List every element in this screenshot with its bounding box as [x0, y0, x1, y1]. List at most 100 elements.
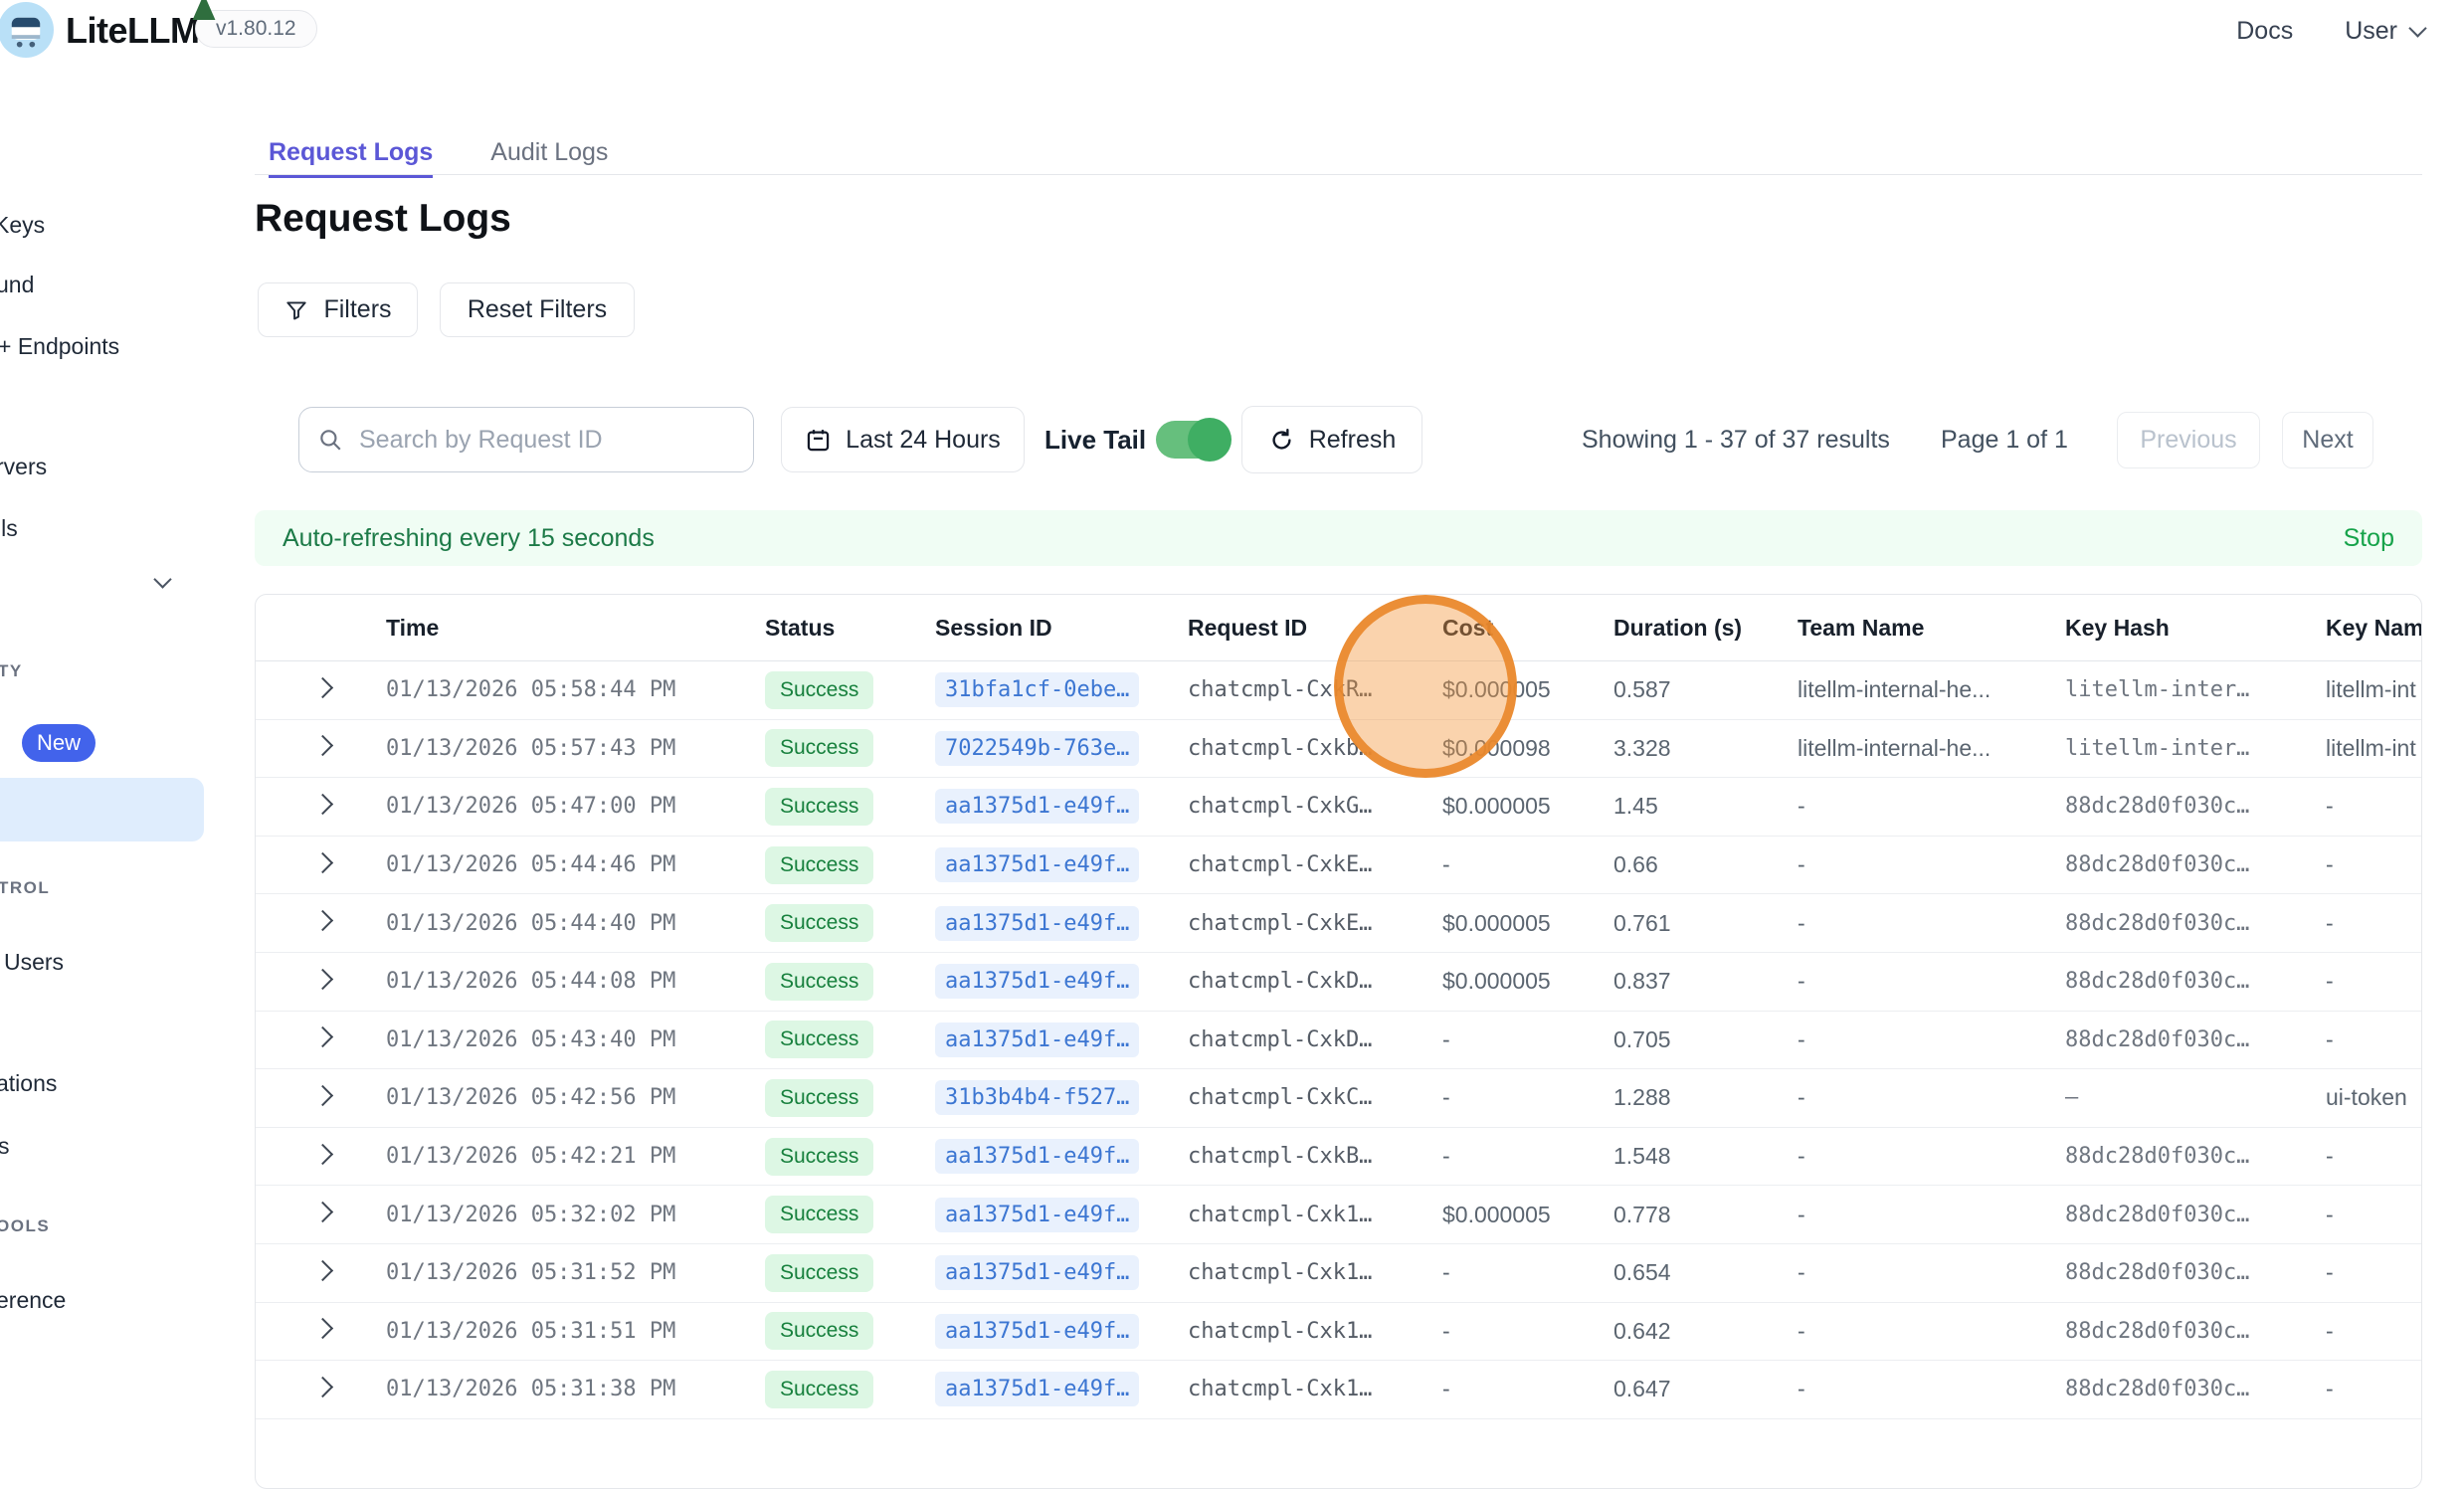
sidebar-item-virtual-keys[interactable]: Keys: [0, 205, 45, 245]
duration-cell: 1.548: [1613, 1143, 1798, 1170]
session-id-link[interactable]: aa1375d1-e49f…: [935, 1314, 1139, 1349]
table-row[interactable]: 01/13/2026 05:47:00 PM Success aa1375d1-…: [256, 778, 2421, 837]
session-id-link[interactable]: 7022549b-763e…: [935, 731, 1139, 766]
session-id-link[interactable]: aa1375d1-e49f…: [935, 1139, 1139, 1174]
time-cell: 01/13/2026 05:31:52 PM: [386, 1260, 765, 1285]
sidebar-item-internal-users[interactable]: Users: [4, 942, 64, 982]
cost-cell: $0.000005: [1442, 910, 1613, 937]
table-row[interactable]: 01/13/2026 05:31:52 PM Success aa1375d1-…: [256, 1244, 2421, 1303]
status-badge: Success: [765, 846, 873, 884]
expand-row-icon[interactable]: [312, 794, 333, 815]
expand-row-icon[interactable]: [312, 851, 333, 872]
sidebar-collapse-icon[interactable]: [153, 570, 171, 588]
table-row[interactable]: 01/13/2026 05:42:21 PM Success aa1375d1-…: [256, 1128, 2421, 1187]
user-menu[interactable]: User: [2345, 17, 2424, 46]
sidebar-item-logs-selected[interactable]: [0, 778, 204, 841]
expand-row-icon[interactable]: [312, 677, 333, 698]
status-badge: Success: [765, 1138, 873, 1176]
sidebar-item-servers[interactable]: rvers: [0, 447, 47, 486]
cost-cell: -: [1442, 851, 1613, 878]
cost-cell: -: [1442, 1026, 1613, 1053]
table-row[interactable]: 01/13/2026 05:57:43 PM Success 7022549b-…: [256, 720, 2421, 779]
table-row[interactable]: 01/13/2026 05:44:08 PM Success aa1375d1-…: [256, 953, 2421, 1012]
column-header-status: Status: [765, 615, 935, 642]
expand-row-icon[interactable]: [312, 969, 333, 990]
previous-page-button[interactable]: Previous: [2117, 412, 2260, 468]
status-badge: Success: [765, 1196, 873, 1233]
time-cell: 01/13/2026 05:43:40 PM: [386, 1027, 765, 1052]
time-cell: 01/13/2026 05:31:51 PM: [386, 1319, 765, 1344]
auto-refresh-banner: Auto-refreshing every 15 seconds Stop: [255, 510, 2422, 566]
expand-row-icon[interactable]: [312, 1260, 333, 1281]
stop-auto-refresh-link[interactable]: Stop: [2344, 524, 2394, 553]
sidebar-item-teams[interactable]: s: [0, 1126, 10, 1166]
table-row[interactable]: 01/13/2026 05:58:44 PM Success 31bfa1cf-…: [256, 661, 2421, 720]
table-row[interactable]: 01/13/2026 05:31:38 PM Success aa1375d1-…: [256, 1361, 2421, 1419]
session-id-link[interactable]: aa1375d1-e49f…: [935, 1255, 1139, 1290]
expand-row-icon[interactable]: [312, 1377, 333, 1397]
cost-cell: -: [1442, 1143, 1613, 1170]
filters-button[interactable]: Filters: [258, 282, 418, 337]
session-id-link[interactable]: aa1375d1-e49f…: [935, 789, 1139, 824]
tab-request-logs[interactable]: Request Logs: [269, 129, 433, 178]
refresh-button[interactable]: Refresh: [1241, 406, 1422, 473]
tab-audit-logs[interactable]: Audit Logs: [490, 129, 608, 175]
request-id-cell: chatcmpl-CxkD…: [1188, 1027, 1442, 1052]
table-row[interactable]: 01/13/2026 05:32:02 PM Success aa1375d1-…: [256, 1186, 2421, 1244]
key-name-cell: ui-token: [2326, 1084, 2422, 1111]
table-row[interactable]: 01/13/2026 05:43:40 PM Success aa1375d1-…: [256, 1012, 2421, 1070]
sidebar-item-organizations[interactable]: ations: [0, 1063, 57, 1103]
live-tail-toggle[interactable]: [1156, 421, 1230, 459]
sidebar-item-api-reference[interactable]: erence: [0, 1280, 66, 1320]
table-row[interactable]: 01/13/2026 05:44:46 PM Success aa1375d1-…: [256, 837, 2421, 895]
request-id-cell: chatcmpl-Cxk1…: [1188, 1377, 1442, 1401]
reset-filters-button[interactable]: Reset Filters: [440, 282, 635, 337]
expand-row-icon[interactable]: [312, 1143, 333, 1164]
session-id-link[interactable]: aa1375d1-e49f…: [935, 906, 1139, 941]
cost-cell: -: [1442, 1084, 1613, 1111]
expand-row-icon[interactable]: [312, 1026, 333, 1047]
key-name-cell: -: [2326, 793, 2422, 820]
team-name-cell: -: [1798, 1259, 2065, 1286]
table-row[interactable]: 01/13/2026 05:31:51 PM Success aa1375d1-…: [256, 1303, 2421, 1362]
session-id-link[interactable]: aa1375d1-e49f…: [935, 847, 1139, 882]
team-name-cell: -: [1798, 1202, 2065, 1228]
column-header-key-name: Key Name: [2326, 615, 2422, 642]
expand-row-icon[interactable]: [312, 1318, 333, 1339]
session-id-link[interactable]: aa1375d1-e49f…: [935, 964, 1139, 999]
sidebar-item-guardrails[interactable]: ils: [0, 508, 18, 548]
status-badge: Success: [765, 1079, 873, 1117]
duration-cell: 1.45: [1613, 793, 1798, 820]
search-box: [298, 407, 754, 472]
search-input[interactable]: [357, 425, 735, 456]
litellm-logo-icon: [0, 2, 54, 58]
expand-row-icon[interactable]: [312, 735, 333, 756]
session-id-link[interactable]: 31b3b4b4-f527…: [935, 1080, 1139, 1115]
key-hash-cell: 88dc28d0f030c…: [2065, 1027, 2326, 1052]
table-row[interactable]: 01/13/2026 05:44:40 PM Success aa1375d1-…: [256, 894, 2421, 953]
time-range-button[interactable]: Last 24 Hours: [781, 407, 1025, 472]
top-bar: LiteLLM v1.80.12 Docs User: [0, 0, 2464, 62]
expand-row-icon[interactable]: [312, 1202, 333, 1222]
sidebar-item-playground[interactable]: und: [0, 265, 34, 304]
key-hash-cell: 88dc28d0f030c…: [2065, 794, 2326, 819]
time-cell: 01/13/2026 05:44:46 PM: [386, 852, 765, 877]
user-menu-label: User: [2345, 17, 2397, 46]
table-row[interactable]: 01/13/2026 05:42:56 PM Success 31b3b4b4-…: [256, 1069, 2421, 1128]
duration-cell: 0.778: [1613, 1202, 1798, 1228]
duration-cell: 0.642: [1613, 1318, 1798, 1345]
session-id-link[interactable]: 31bfa1cf-0ebe…: [935, 672, 1139, 707]
session-id-link[interactable]: aa1375d1-e49f…: [935, 1023, 1139, 1057]
docs-link[interactable]: Docs: [2236, 17, 2293, 46]
team-name-cell: -: [1798, 1318, 2065, 1345]
session-id-link[interactable]: aa1375d1-e49f…: [935, 1198, 1139, 1232]
request-id-cell: chatcmpl-CxkE…: [1188, 852, 1442, 877]
next-page-button[interactable]: Next: [2282, 412, 2373, 468]
team-name-cell: -: [1798, 910, 2065, 937]
key-hash-cell: 88dc28d0f030c…: [2065, 911, 2326, 936]
filters-button-label: Filters: [323, 295, 391, 324]
expand-row-icon[interactable]: [312, 910, 333, 931]
sidebar-section-access-control: TROL: [0, 873, 50, 903]
sidebar-item-models-endpoints[interactable]: + Endpoints: [0, 326, 119, 366]
expand-row-icon[interactable]: [312, 1085, 333, 1106]
